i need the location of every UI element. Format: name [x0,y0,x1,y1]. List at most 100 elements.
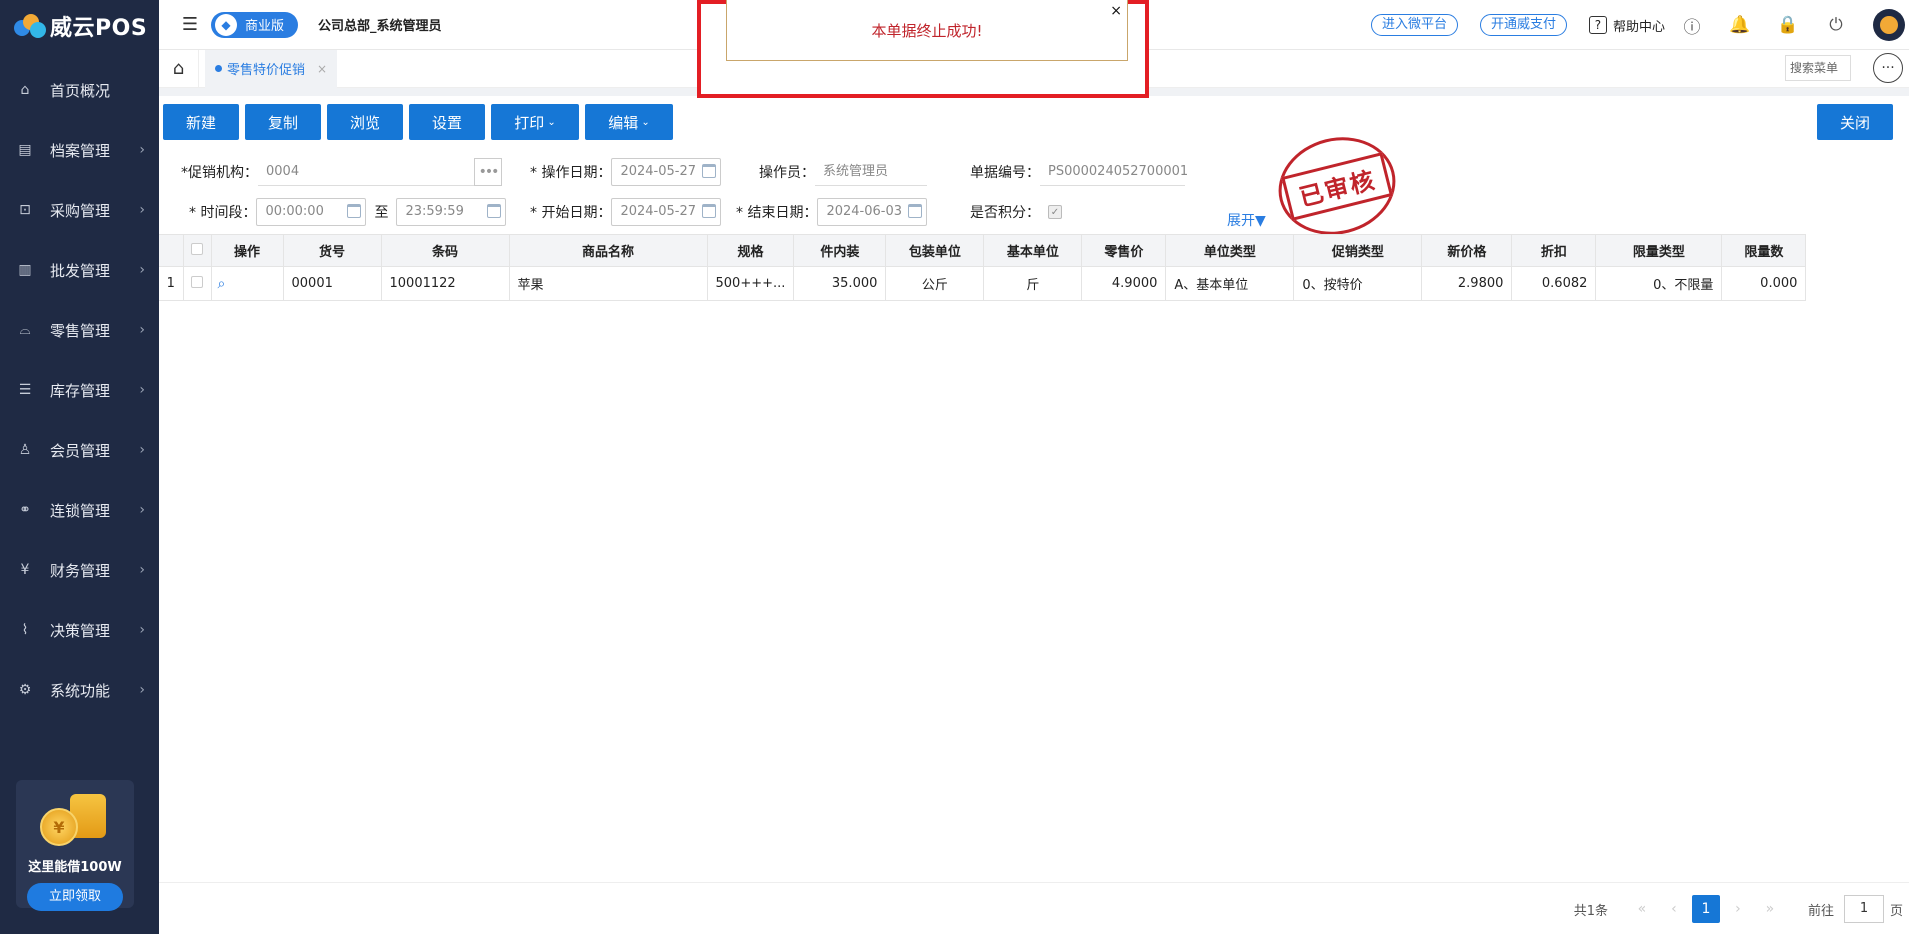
power-icon[interactable]: ⏻ [1825,14,1847,36]
row-checkbox[interactable] [191,275,203,288]
home-tab-icon[interactable]: ⌂ [159,49,199,88]
expand-toggle[interactable]: 展开▼ [1227,210,1266,230]
operator-field: 操作员： 系统管理员 [759,158,927,186]
menu-search-input[interactable]: 搜索菜单 [1785,55,1851,81]
avatar[interactable] [1873,9,1905,41]
promo-claim-button[interactable]: 立即领取 [27,883,123,911]
page-number[interactable]: 1 [1691,895,1720,923]
cell-barcode: 10001122 [381,266,510,301]
table-row[interactable]: 1 ⌕ 00001 10001122 苹果 500+++... 35.000 公斤斤 4.900… [159,266,1807,301]
cell-retail-price: 4.9000 [1081,266,1167,301]
column-header: 商品名称 [509,234,708,267]
points-checkbox[interactable]: ✓ [1048,205,1062,219]
info-icon[interactable]: ⓘ [1681,14,1703,38]
cell-new-price: 2.9800 [1421,266,1513,301]
sidebar-item-6[interactable]: ♙ 会员管理 › [0,420,159,480]
tab-retail-promo[interactable]: 零售特价促销 × [205,49,338,88]
cell-limit-qty: 0.000 [1721,266,1807,301]
browse-button[interactable]: 浏览 [327,104,403,140]
select-all-checkbox[interactable] [191,242,203,255]
column-header: 限量类型 [1595,234,1723,267]
close-icon[interactable]: × [1110,3,1122,19]
toolbar: 新建 复制 浏览 设置 打印 ⌄ 编辑 ⌄ [163,104,679,140]
chart-icon: ⌇ [21,622,29,638]
help-center-link[interactable]: ? 帮助中心 [1588,16,1665,35]
row-number-header [159,234,184,267]
promo-form: *促销机构： 0004 ••• * 操作日期： 2024-05-27 操作员： … [163,158,1363,228]
sidebar-item-label: 首页概况 [50,81,111,100]
open-pay-button[interactable]: 开通威支付 [1479,14,1567,36]
points-label: 是否积分： [970,205,1040,221]
row-checkbox-cell[interactable] [183,266,212,301]
column-header: 新价格 [1421,234,1513,267]
goto-page-input[interactable]: 1 [1843,895,1884,923]
sidebar-item-label: 零售管理 [50,321,111,340]
sidebar-item-2[interactable]: ⊡ 采购管理 › [0,180,159,240]
calendar-icon [487,204,502,218]
column-header: 单位类型 [1165,234,1295,267]
more-icon[interactable]: ··· [1873,53,1903,83]
toast-message: 本单据终止成功! × [726,0,1128,61]
first-page-icon[interactable]: « [1628,895,1656,923]
period-end-input[interactable]: 23:59:59 [396,198,507,226]
chevron-right-icon: › [139,562,145,578]
more-dots-icon[interactable]: ••• [474,158,502,186]
member-icon: ♙ [18,442,32,458]
sidebar-item-label: 系统功能 [50,681,111,700]
edit-button[interactable]: 编辑 ⌄ [585,104,673,140]
cell-discount: 0.6082 [1511,266,1597,301]
end-date-input[interactable]: 2024-06-03 [817,198,928,226]
org-input[interactable]: 0004 [258,158,474,186]
wechat-platform-button[interactable]: 进入微平台 [1370,14,1458,36]
last-page-icon[interactable]: » [1756,895,1784,923]
menu-collapse-icon[interactable]: ☰ [179,14,201,36]
app-logo[interactable]: 威云POS [0,0,159,52]
doc-no-field: 单据编号： PS000024052700001 [970,158,1188,186]
sidebar-item-9[interactable]: ⌇ 决策管理 › [0,600,159,660]
sidebar-item-3[interactable]: ▥ 批发管理 › [0,240,159,300]
column-header[interactable] [183,234,212,267]
bell-icon[interactable]: 🔔 [1729,14,1751,36]
diamond-icon: ◆ [215,13,237,36]
copy-button[interactable]: 复制 [245,104,321,140]
tab-close-icon[interactable]: × [317,62,327,76]
search-icon[interactable]: ⌕ [218,276,226,292]
print-button[interactable]: 打印 ⌄ [491,104,579,140]
calendar-icon [908,204,923,218]
sidebar-item-0[interactable]: ⌂ 首页概况 [0,60,159,120]
sidebar-item-5[interactable]: ☰ 库存管理 › [0,360,159,420]
sidebar-item-8[interactable]: ¥ 财务管理 › [0,540,159,600]
column-header: 条码 [381,234,510,267]
column-header: 操作 [211,234,284,267]
sidebar-item-10[interactable]: ⚙ 系统功能 › [0,660,159,720]
new-button[interactable]: 新建 [163,104,239,140]
end-date-field: * 结束日期： 2024-06-03 [736,198,928,226]
column-header: 限量数 [1721,234,1807,267]
chevron-down-icon: ⌄ [547,116,556,128]
settings-button[interactable]: 设置 [409,104,485,140]
row-action-cell[interactable]: ⌕ [211,266,284,301]
header-actions: 进入微平台 开通威支付 ? 帮助中心 ⓘ 🔔 🔒 ⏻ [1370,0,1909,50]
sidebar-item-7[interactable]: ⚭ 连锁管理 › [0,480,159,540]
edition-badge[interactable]: ◆ 商业版 [211,11,299,38]
items-table: 操作 货号 条码 商品名称 规格 件内装 包装单位 基本单位 零售价 单位类型 促销类型 新价格 折扣限… [159,234,1909,301]
chevron-right-icon: › [139,502,145,518]
sidebar-item-4[interactable]: ⌓ 零售管理 › [0,300,159,360]
approved-stamp: 已审核 [1268,125,1406,247]
table-body: 1 ⌕ 00001 10001122 苹果 500+++... 35.000 公斤斤 4.900… [159,266,1807,301]
period-start-input[interactable]: 00:00:00 [256,198,367,226]
op-date-input[interactable]: 2024-05-27 [611,158,722,186]
prev-page-icon[interactable]: ‹ [1660,895,1688,923]
gear-icon: ⚙ [18,682,32,698]
start-date-input[interactable]: 2024-05-27 [611,198,722,226]
column-header: 折扣 [1511,234,1597,267]
close-button[interactable]: 关闭 [1817,104,1893,140]
sidebar-item-label: 会员管理 [50,441,111,460]
sidebar-item-1[interactable]: ▤ 档案管理 › [0,120,159,180]
chevron-right-icon: › [139,442,145,458]
lock-icon[interactable]: 🔒 [1777,14,1799,36]
table-header-row: 操作 货号 条码 商品名称 规格 件内装 包装单位 基本单位 零售价 单位类型 促销类型 新价格 折扣限… [159,234,1807,267]
next-page-icon[interactable]: › [1724,895,1752,923]
operator-value: 系统管理员 [815,158,927,186]
period-field: * 时间段： 00:00:00 至 23:59:59 [189,198,507,226]
